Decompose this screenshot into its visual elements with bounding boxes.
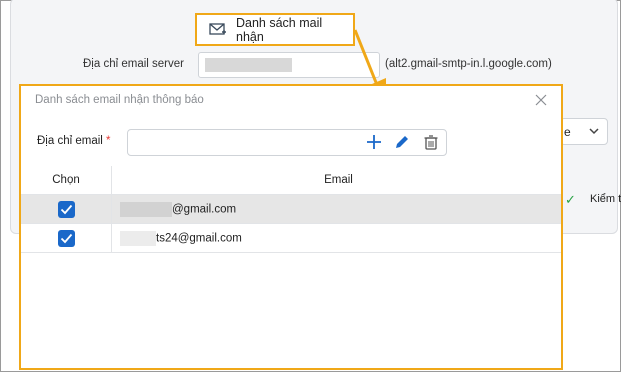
- add-icon[interactable]: [366, 134, 382, 150]
- table-row[interactable]: @gmail.com: [21, 194, 561, 224]
- row-select-cell: [21, 194, 112, 224]
- column-header-email: Email: [111, 166, 561, 195]
- email-suffix: ts24@gmail.com: [156, 232, 242, 245]
- redacted-email-part: [120, 230, 156, 246]
- edit-icon[interactable]: [394, 134, 410, 150]
- email-table: Chọn Email @gmail.com ts24@gmail.com: [21, 166, 561, 253]
- row-checkbox[interactable]: [57, 200, 75, 218]
- table-row[interactable]: ts24@gmail.com: [21, 223, 561, 253]
- dialog-title: Danh sách email nhận thông báo: [35, 94, 204, 106]
- table-header-row: Chọn Email: [21, 166, 561, 195]
- email-cell: @gmail.com: [111, 194, 561, 224]
- email-cell: ts24@gmail.com: [111, 223, 561, 253]
- redacted-email-part: [120, 201, 172, 217]
- delete-icon[interactable]: [423, 134, 439, 150]
- required-mark: *: [106, 135, 111, 147]
- email-recipients-dialog: Danh sách email nhận thông báo Địa chỉ e…: [19, 84, 563, 370]
- column-header-select: Chọn: [21, 166, 112, 195]
- row-select-cell: [21, 223, 112, 253]
- email-suffix: @gmail.com: [172, 203, 237, 216]
- email-address-label: Địa chỉ email *: [37, 135, 111, 147]
- close-icon[interactable]: [535, 94, 547, 106]
- row-checkbox[interactable]: [57, 229, 75, 247]
- email-address-label-text: Địa chỉ email: [37, 135, 103, 147]
